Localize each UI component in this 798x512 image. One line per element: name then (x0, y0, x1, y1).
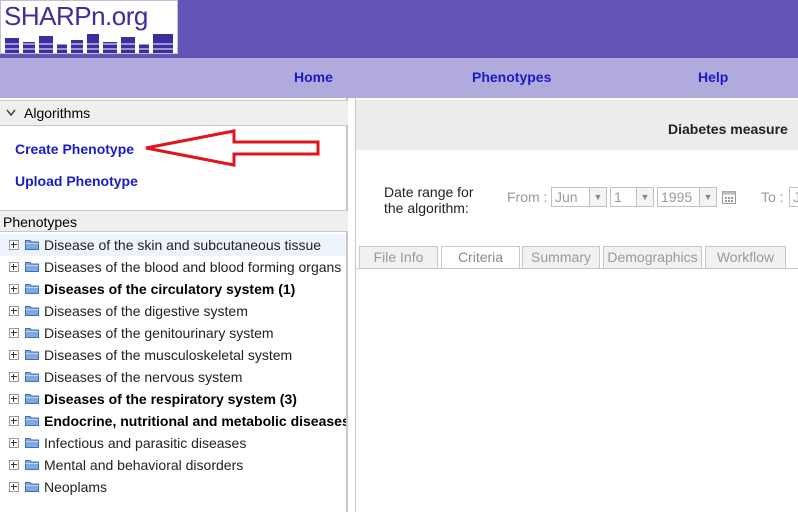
phenotype-category-row[interactable]: Diseases of the genitourinary system (0, 322, 346, 344)
folder-icon (25, 350, 39, 360)
collapse-chevron-icon[interactable] (6, 109, 16, 117)
folder-icon (25, 306, 39, 316)
algorithm-title-bar: Diabetes measure (356, 100, 798, 150)
folder-icon (25, 240, 39, 250)
tab-file-info[interactable]: File Info (359, 246, 438, 268)
date-range-label: Date range for the algorithm: (384, 184, 474, 216)
phenotype-category-label: Neoplams (44, 479, 108, 495)
phenotype-category-row[interactable]: Diseases of the circulatory system (1) (0, 278, 346, 300)
phenotype-category-row[interactable]: Diseases of the nervous system (0, 366, 346, 388)
phenotype-category-label: Endocrine, nutritional and metabolic dis… (44, 413, 346, 429)
phenotype-category-row[interactable]: Disease of the skin and subcutaneous tis… (0, 234, 346, 256)
tab-demographics[interactable]: Demographics (603, 246, 702, 268)
expand-plus-icon[interactable] (9, 460, 19, 470)
upload-phenotype-link[interactable]: Upload Phenotype (15, 173, 138, 189)
algorithms-title: Algorithms (24, 105, 91, 121)
phenotype-category-row[interactable]: Infectious and parasitic diseases (0, 432, 346, 454)
tab-workflow[interactable]: Workflow (705, 246, 786, 268)
from-day-select[interactable]: 1 ▼ (610, 187, 654, 207)
folder-icon (25, 284, 39, 294)
phenotype-category-label: Diseases of the nervous system (44, 369, 243, 385)
nav-home-link[interactable]: Home (294, 69, 333, 85)
phenotype-category-row[interactable]: Diseases of the blood and blood forming … (0, 256, 346, 278)
expand-plus-icon[interactable] (9, 372, 19, 382)
phenotype-category-label: Diseases of the blood and blood forming … (44, 259, 342, 275)
algorithm-title: Diabetes measure (668, 121, 788, 137)
create-phenotype-link[interactable]: Create Phenotype (15, 141, 134, 157)
phenotype-category-row[interactable]: Neoplams (0, 476, 346, 498)
folder-icon (25, 482, 39, 492)
phenotype-category-label: Diseases of the genitourinary system (44, 325, 274, 341)
phenotypes-header: Phenotypes (0, 210, 348, 232)
phenotype-category-row[interactable]: Diseases of the digestive system (0, 300, 346, 322)
folder-icon (25, 394, 39, 404)
algorithms-header[interactable]: Algorithms (0, 100, 348, 126)
phenotype-category-label: Mental and behavioral disorders (44, 457, 244, 473)
folder-icon (25, 416, 39, 426)
calendar-icon[interactable] (722, 190, 736, 204)
expand-plus-icon[interactable] (9, 438, 19, 448)
phenotype-category-label: Diseases of the respiratory system (3) (44, 391, 297, 407)
expand-plus-icon[interactable] (9, 262, 19, 272)
annotation-arrow-icon (145, 129, 320, 167)
from-year-value: 1995 (661, 189, 693, 205)
from-year-select[interactable]: 1995 ▼ (657, 187, 717, 207)
phenotype-category-label: Diseases of the digestive system (44, 303, 248, 319)
tab-summary[interactable]: Summary (522, 246, 600, 268)
chevron-down-icon: ▼ (636, 188, 653, 206)
from-label: From : (507, 189, 548, 205)
expand-plus-icon[interactable] (9, 350, 19, 360)
tab-divider (356, 268, 798, 269)
nav-phenotypes-link[interactable]: Phenotypes (472, 69, 551, 85)
from-month-select[interactable]: Jun ▼ (551, 187, 607, 207)
nav-help-link[interactable]: Help (698, 69, 728, 85)
folder-icon (25, 372, 39, 382)
main-panel: Diabetes measure Date range for the algo… (355, 98, 798, 512)
expand-plus-icon[interactable] (9, 482, 19, 492)
logo-text: SHARPn.org (4, 1, 148, 31)
expand-plus-icon[interactable] (9, 416, 19, 426)
phenotype-category-row[interactable]: Mental and behavioral disorders (0, 454, 346, 476)
phenotype-category-label: Disease of the skin and subcutaneous tis… (44, 237, 322, 253)
chevron-down-icon: ▼ (699, 188, 716, 206)
chevron-down-icon: ▼ (589, 188, 606, 206)
from-month-value: Jun (555, 189, 578, 205)
to-month-value: J (793, 189, 798, 205)
expand-plus-icon[interactable] (9, 328, 19, 338)
phenotype-category-label: Diseases of the circulatory system (1) (44, 281, 296, 297)
date-range-label-line1: Date range for (384, 184, 474, 200)
folder-icon (25, 460, 39, 470)
phenotype-category-row[interactable]: Diseases of the respiratory system (3) (0, 388, 346, 410)
main-nav: Home Phenotypes Help (0, 58, 798, 98)
expand-plus-icon[interactable] (9, 240, 19, 250)
phenotype-category-label: Infectious and parasitic diseases (44, 435, 247, 451)
expand-plus-icon[interactable] (9, 394, 19, 404)
expand-plus-icon[interactable] (9, 284, 19, 294)
phenotype-category-row[interactable]: Diseases of the musculoskeletal system (0, 344, 346, 366)
to-month-select[interactable]: J (789, 187, 798, 207)
top-banner: SHARPn.org (0, 0, 798, 58)
from-day-value: 1 (614, 189, 622, 205)
phenotypes-title: Phenotypes (3, 214, 77, 230)
logo[interactable]: SHARPn.org (0, 0, 178, 54)
folder-icon (25, 262, 39, 272)
phenotype-tree: Disease of the skin and subcutaneous tis… (0, 232, 346, 512)
folder-icon (25, 438, 39, 448)
phenotype-category-row[interactable]: Endocrine, nutritional and metabolic dis… (0, 410, 346, 432)
to-label: To : (761, 189, 784, 205)
date-range-label-line2: the algorithm: (384, 200, 469, 216)
logo-graphic-icon (5, 34, 177, 53)
folder-icon (25, 328, 39, 338)
phenotype-category-label: Diseases of the musculoskeletal system (44, 347, 293, 363)
expand-plus-icon[interactable] (9, 306, 19, 316)
tab-criteria[interactable]: Criteria (441, 246, 520, 269)
